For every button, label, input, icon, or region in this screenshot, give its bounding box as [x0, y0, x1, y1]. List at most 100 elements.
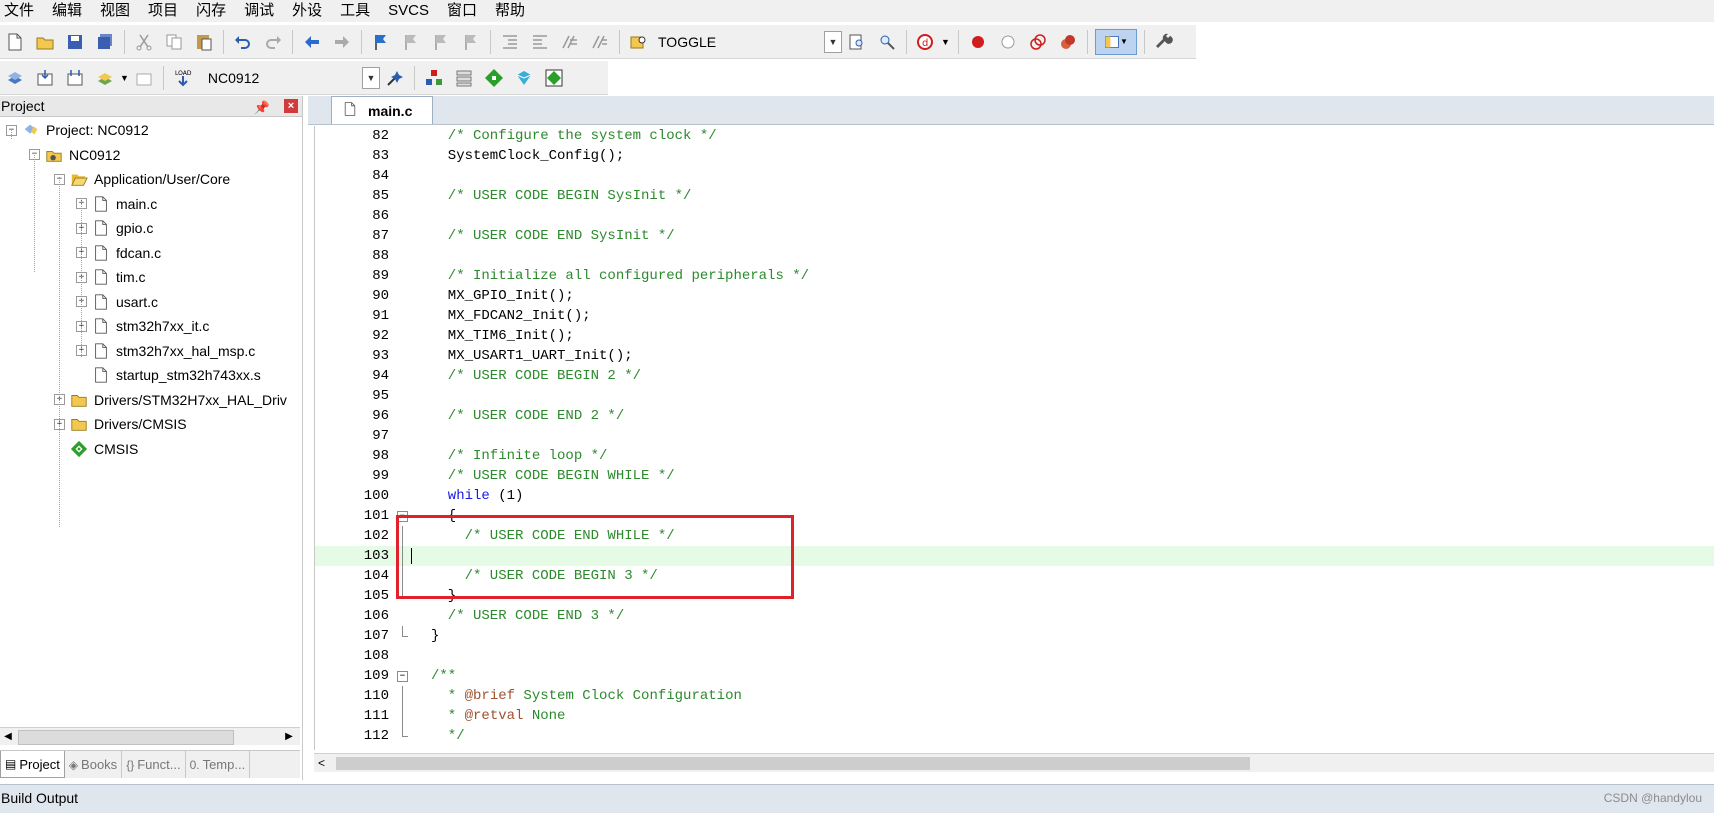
- code-line[interactable]: 90 MX_GPIO_Init();: [315, 286, 1714, 306]
- tree-item[interactable]: startup_stm32h743xx.s: [76, 363, 261, 387]
- indent-icon[interactable]: [498, 30, 522, 54]
- menu-item[interactable]: 文件: [0, 0, 43, 22]
- tree-item[interactable]: + usart.c: [76, 290, 158, 314]
- breakpoint-kill-all-icon[interactable]: [1056, 30, 1080, 54]
- bookmark-prev-icon[interactable]: [399, 30, 423, 54]
- code-line[interactable]: 97: [315, 426, 1714, 446]
- code-line[interactable]: 91 MX_FDCAN2_Init();: [315, 306, 1714, 326]
- undo-icon[interactable]: [231, 30, 255, 54]
- tree-item[interactable]: CMSIS: [54, 437, 138, 461]
- code-line[interactable]: 92 MX_TIM6_Init();: [315, 326, 1714, 346]
- tree-item[interactable]: + Drivers/CMSIS: [54, 412, 187, 436]
- rebuild-icon[interactable]: [63, 66, 87, 90]
- cut-icon[interactable]: [132, 30, 156, 54]
- stop-build-icon[interactable]: [132, 66, 156, 90]
- scroll-left-icon[interactable]: <: [318, 754, 325, 772]
- navigate-forward-icon[interactable]: [330, 30, 354, 54]
- menu-item[interactable]: 编辑: [43, 0, 91, 22]
- code-line[interactable]: 107}: [315, 626, 1714, 646]
- code-line[interactable]: 83 SystemClock_Config();: [315, 146, 1714, 166]
- code-line[interactable]: 103: [315, 546, 1714, 566]
- scroll-left-icon[interactable]: ◀: [0, 728, 16, 745]
- breakpoint-disable-all-icon[interactable]: [1026, 30, 1050, 54]
- editor-hscrollbar[interactable]: <: [314, 753, 1714, 772]
- menu-item[interactable]: 视图: [91, 0, 139, 22]
- batch-build-icon[interactable]: [93, 66, 117, 90]
- code-line[interactable]: 86: [315, 206, 1714, 226]
- chevron-down-icon[interactable]: ▼: [824, 30, 842, 53]
- paste-icon[interactable]: [192, 30, 216, 54]
- uncomment-icon[interactable]: [588, 30, 612, 54]
- chevron-down-icon[interactable]: ▼: [361, 66, 380, 89]
- find-icon[interactable]: [845, 30, 869, 54]
- code-line[interactable]: 102 /* USER CODE END WHILE */: [315, 526, 1714, 546]
- code-line[interactable]: 109 /** −: [315, 666, 1714, 686]
- window-layout-icon[interactable]: ▼: [1094, 28, 1137, 55]
- menu-item[interactable]: 闪存: [187, 0, 235, 22]
- menu-item[interactable]: 帮助: [486, 0, 534, 22]
- scroll-thumb[interactable]: [18, 730, 234, 745]
- target-options-icon[interactable]: [383, 66, 407, 90]
- menu-item[interactable]: 调试: [235, 0, 283, 22]
- menu-item[interactable]: SVCS: [379, 0, 438, 22]
- comment-icon[interactable]: [558, 30, 582, 54]
- code-line[interactable]: 88: [315, 246, 1714, 266]
- find-combo[interactable]: TOGGLE ▼: [654, 29, 842, 54]
- incremental-find-icon[interactable]: [875, 30, 899, 54]
- tree-item[interactable]: + stm32h7xx_it.c: [76, 314, 209, 338]
- pack-installer-icon[interactable]: [512, 66, 536, 90]
- tree-item[interactable]: − Application/User/Core: [54, 167, 230, 191]
- bookmark-next-icon[interactable]: [429, 30, 453, 54]
- menu-item[interactable]: 窗口: [438, 0, 486, 22]
- code-line[interactable]: 110 * @brief System Clock Configuration: [315, 686, 1714, 706]
- code-line[interactable]: 95: [315, 386, 1714, 406]
- code-line[interactable]: 112 */: [315, 726, 1714, 746]
- tree-item[interactable]: + Drivers/STM32H7xx_HAL_Driv: [54, 388, 287, 412]
- tree-item[interactable]: + main.c: [76, 192, 157, 216]
- code-line[interactable]: 84: [315, 166, 1714, 186]
- close-icon[interactable]: ×: [284, 99, 298, 113]
- code-line[interactable]: 99 /* USER CODE BEGIN WHILE */: [315, 466, 1714, 486]
- wrench-icon[interactable]: [1152, 30, 1176, 54]
- build-icon[interactable]: [33, 66, 57, 90]
- fold-toggle-icon[interactable]: −: [397, 671, 408, 682]
- bookmark-clear-icon[interactable]: [459, 30, 483, 54]
- find-in-files-icon[interactable]: [627, 30, 651, 54]
- chevron-down-icon[interactable]: ▼: [120, 73, 129, 83]
- redo-icon[interactable]: [261, 30, 285, 54]
- code-line[interactable]: 89 /* Initialize all configured peripher…: [315, 266, 1714, 286]
- tree-item[interactable]: + tim.c: [76, 265, 146, 289]
- save-all-icon[interactable]: [93, 30, 117, 54]
- panel-tab[interactable]: ◈ Books: [65, 751, 123, 778]
- code-line[interactable]: 111 * @retval None: [315, 706, 1714, 726]
- download-load-icon[interactable]: LOAD: [171, 66, 195, 90]
- file-extensions-icon[interactable]: [452, 66, 476, 90]
- code-line[interactable]: 105 }: [315, 586, 1714, 606]
- tab-main-c[interactable]: main.c: [331, 96, 433, 124]
- code-line[interactable]: 104 /* USER CODE BEGIN 3 */: [315, 566, 1714, 586]
- tree-item[interactable]: + gpio.c: [76, 216, 153, 240]
- scroll-thumb[interactable]: [336, 757, 1250, 770]
- new-file-icon[interactable]: [3, 30, 27, 54]
- code-line[interactable]: 100 while (1): [315, 486, 1714, 506]
- menu-item[interactable]: 工具: [331, 0, 379, 22]
- fold-toggle-icon[interactable]: −: [397, 511, 408, 522]
- select-software-packs-icon[interactable]: [542, 66, 566, 90]
- code-line[interactable]: 82 /* Configure the system clock */: [315, 126, 1714, 146]
- tree-item[interactable]: − NC0912: [29, 143, 120, 167]
- chevron-down-icon[interactable]: ▼: [941, 37, 950, 47]
- target-combo[interactable]: NC0912 ▼: [203, 65, 380, 90]
- run-time-environment-icon[interactable]: [482, 66, 506, 90]
- code-line[interactable]: 87 /* USER CODE END SysInit */: [315, 226, 1714, 246]
- code-line[interactable]: 96 /* USER CODE END 2 */: [315, 406, 1714, 426]
- manage-components-icon[interactable]: [422, 66, 446, 90]
- code-line[interactable]: 108: [315, 646, 1714, 666]
- translate-icon[interactable]: [3, 66, 27, 90]
- unindent-icon[interactable]: [528, 30, 552, 54]
- scroll-right-icon[interactable]: ▶: [281, 728, 297, 745]
- code-line[interactable]: 106 /* USER CODE END 3 */: [315, 606, 1714, 626]
- panel-tab[interactable]: {} Funct...: [122, 751, 186, 778]
- bookmark-toggle-icon[interactable]: [369, 30, 393, 54]
- code-editor[interactable]: 82 /* Configure the system clock */83 Sy…: [314, 126, 1714, 750]
- code-line[interactable]: 98 /* Infinite loop */: [315, 446, 1714, 466]
